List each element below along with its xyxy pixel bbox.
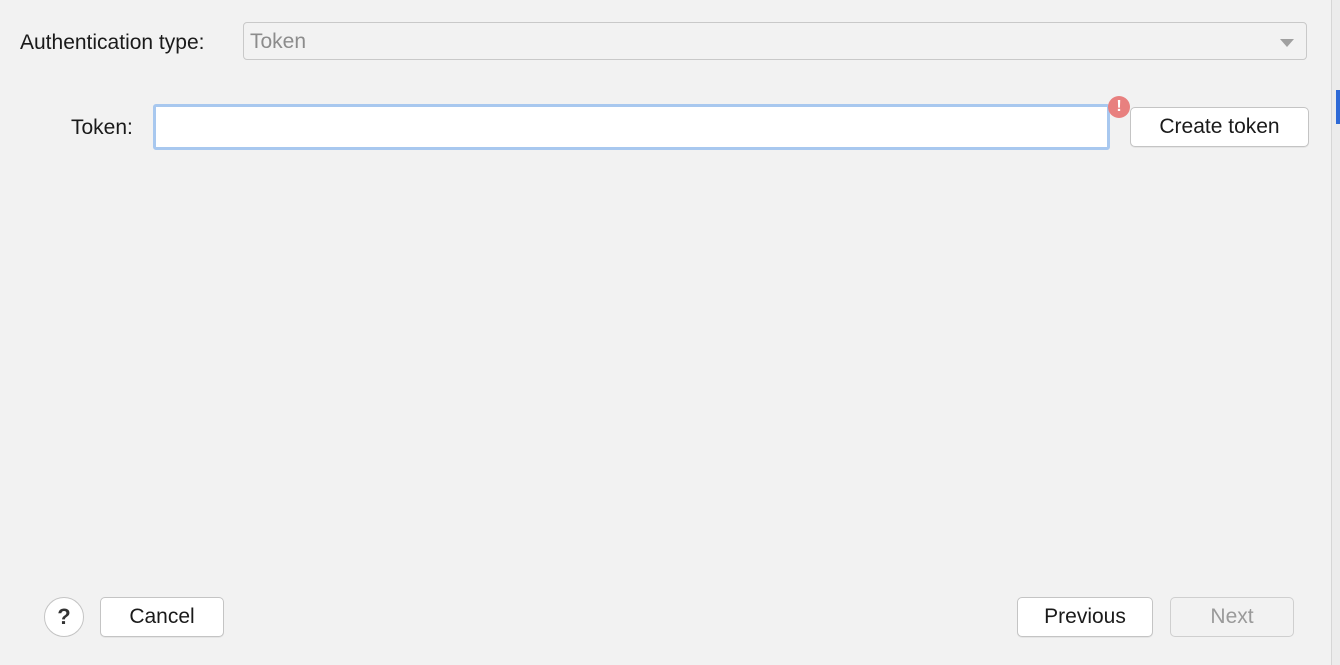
chevron-down-icon	[1280, 39, 1294, 47]
authentication-type-value: Token	[250, 30, 307, 53]
error-icon: !	[1108, 96, 1130, 118]
dialog: Authentication type: Token Token: ! Crea…	[0, 0, 1340, 665]
authentication-type-label: Authentication type:	[20, 31, 205, 54]
cancel-button[interactable]: Cancel	[100, 597, 224, 637]
create-token-button[interactable]: Create token	[1130, 107, 1309, 147]
token-input[interactable]	[153, 104, 1110, 150]
window-edge-highlight	[1336, 90, 1340, 124]
next-button[interactable]: Next	[1170, 597, 1294, 637]
token-label: Token:	[71, 116, 133, 139]
help-icon[interactable]: ?	[44, 597, 84, 637]
authentication-type-dropdown[interactable]: Token	[243, 22, 1307, 60]
window-edge	[1331, 0, 1340, 665]
previous-button[interactable]: Previous	[1017, 597, 1153, 637]
